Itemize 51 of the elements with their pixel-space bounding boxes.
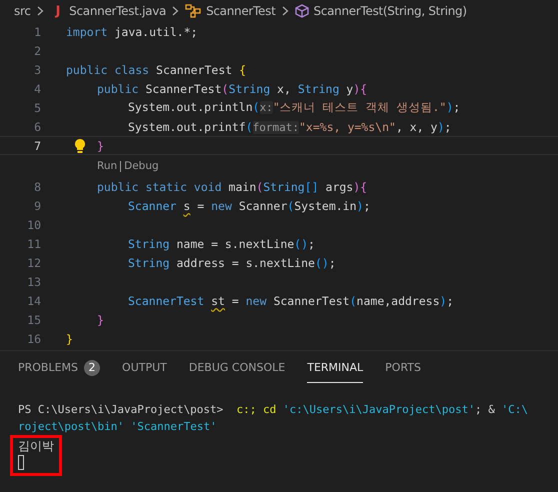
chevron-icon	[36, 6, 44, 16]
line-number: 5	[33, 100, 41, 114]
codelens-link[interactable]: Run	[97, 160, 118, 172]
code-line: ScannerTest st = new ScannerTest(name,address);	[128, 294, 454, 308]
line-number: 1	[33, 24, 41, 38]
line-number: 2	[33, 44, 41, 58]
chevron-icon	[172, 6, 180, 16]
chevron-icon	[282, 6, 288, 16]
code-line: public class ScannerTest {	[66, 62, 246, 76]
code-line: public ScannerTest(String x, String y){	[97, 82, 368, 96]
panel-tab[interactable]: TERMINAL	[307, 353, 364, 383]
line-number: 12	[26, 256, 41, 270]
code-line: String address = s.nextLine();	[128, 256, 336, 270]
breadcrumb-item[interactable]: J ScannerTest.java	[50, 4, 166, 18]
code-line: }	[66, 332, 73, 346]
terminal-line: PS C:\Users\i\JavaProject\post> c:; cd 'c:\Users\i\JavaProject\post'; & 'C:\	[18, 402, 529, 418]
code-line: System.out.println(x:"스캐너 테스트 객체 생성됨.");	[128, 100, 460, 115]
panel-tab[interactable]: PORTS	[385, 353, 421, 383]
line-number: 3	[33, 62, 41, 76]
code-line: Scanner s = new Scanner(System.in);	[128, 198, 370, 212]
code-line: }	[97, 138, 104, 152]
panel-tab[interactable]: PROBLEMS 2	[18, 353, 100, 383]
line-number: 16	[26, 332, 41, 346]
line-number: 6	[33, 120, 41, 134]
code-line: import java.util.*;	[66, 24, 198, 38]
cube-icon	[294, 4, 308, 18]
breadcrumb-item[interactable]: src	[14, 4, 31, 18]
code-line: public static void main(String[] args){	[97, 180, 368, 194]
terminal-line: roject\post\bin' 'ScannerTest'	[18, 419, 218, 435]
separator-icon	[120, 160, 122, 172]
line-number: 9	[33, 198, 41, 212]
code-line: String name = s.nextLine();	[128, 236, 315, 250]
line-number: 11	[26, 236, 41, 250]
breadcrumb-item[interactable]: ScannerTest	[185, 4, 276, 18]
terminal-line: 김이박	[18, 438, 55, 455]
panel-tab[interactable]: DEBUG CONSOLE	[188, 353, 286, 383]
line-number: 7	[33, 138, 41, 152]
line-number: 4	[33, 82, 41, 96]
panel-tab[interactable]: OUTPUT	[122, 353, 167, 383]
line-number: 15	[26, 312, 41, 326]
codelens-link[interactable]: Debug	[124, 160, 159, 172]
class-icon	[185, 4, 202, 18]
code-line: }	[97, 312, 104, 326]
line-number: 10	[26, 218, 41, 232]
lightbulb-icon[interactable]	[74, 138, 86, 154]
line-number: 8	[33, 180, 41, 194]
line-number: 14	[26, 294, 41, 308]
breadcrumb-item[interactable]: ScannerTest(String, String)	[294, 4, 467, 18]
code-line: System.out.printf(format:"x=%s, y=%s\n", x, y);	[128, 120, 452, 134]
line-number: 13	[26, 274, 41, 288]
count-badge: 2	[84, 360, 100, 376]
